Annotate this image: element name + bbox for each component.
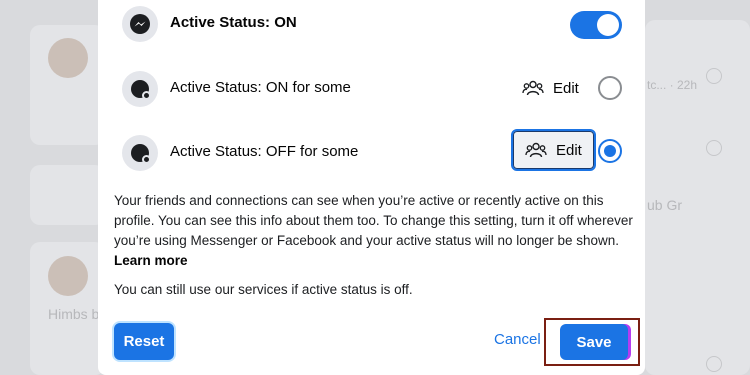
edit-button[interactable]: Edit — [511, 129, 596, 171]
active-status-on-for-some-radio[interactable] — [598, 76, 622, 100]
row-label: Active Status: OFF for some — [170, 143, 359, 160]
edit-label: Edit — [556, 141, 582, 159]
save-button[interactable]: Save — [560, 324, 628, 360]
learn-more-link[interactable]: Learn more — [114, 253, 188, 268]
globe-icon — [706, 356, 722, 372]
reset-button[interactable]: Reset — [114, 323, 174, 360]
active-status-on-row[interactable]: Active Status: ON — [98, 2, 645, 42]
background-text: tc... · 22h — [647, 78, 698, 92]
active-status-off-for-some-row[interactable]: Active Status: OFF for some Edit — [98, 129, 645, 171]
cancel-button[interactable]: Cancel — [494, 331, 541, 348]
people-icon — [525, 142, 547, 158]
status-icon — [122, 135, 158, 171]
background-text: Himbs b — [48, 306, 100, 322]
active-status-dialog: Active Status: ON Active Status: ON for … — [98, 0, 645, 375]
description-text: Your friends and connections can see whe… — [114, 191, 634, 271]
row-label: Active Status: ON for some — [170, 79, 351, 96]
background-card — [30, 165, 105, 225]
note-text: You can still use our services if active… — [114, 282, 413, 297]
active-status-on-for-some-row[interactable]: Active Status: ON for some Edit — [98, 67, 645, 107]
active-status-toggle[interactable] — [570, 11, 622, 39]
check-icon — [706, 68, 722, 84]
active-status-off-for-some-radio[interactable] — [598, 139, 622, 163]
background-avatar — [48, 256, 88, 296]
edit-button[interactable]: Edit — [514, 73, 587, 103]
description-body: Your friends and connections can see whe… — [114, 193, 633, 248]
check-icon — [706, 140, 722, 156]
row-label: Active Status: ON — [170, 14, 297, 31]
messenger-icon — [122, 6, 158, 42]
background-avatar — [48, 38, 88, 78]
people-icon — [522, 80, 544, 96]
edit-label: Edit — [553, 79, 579, 97]
toggle-knob — [597, 14, 619, 36]
background-text: ub Gr — [647, 197, 683, 213]
status-icon — [122, 71, 158, 107]
